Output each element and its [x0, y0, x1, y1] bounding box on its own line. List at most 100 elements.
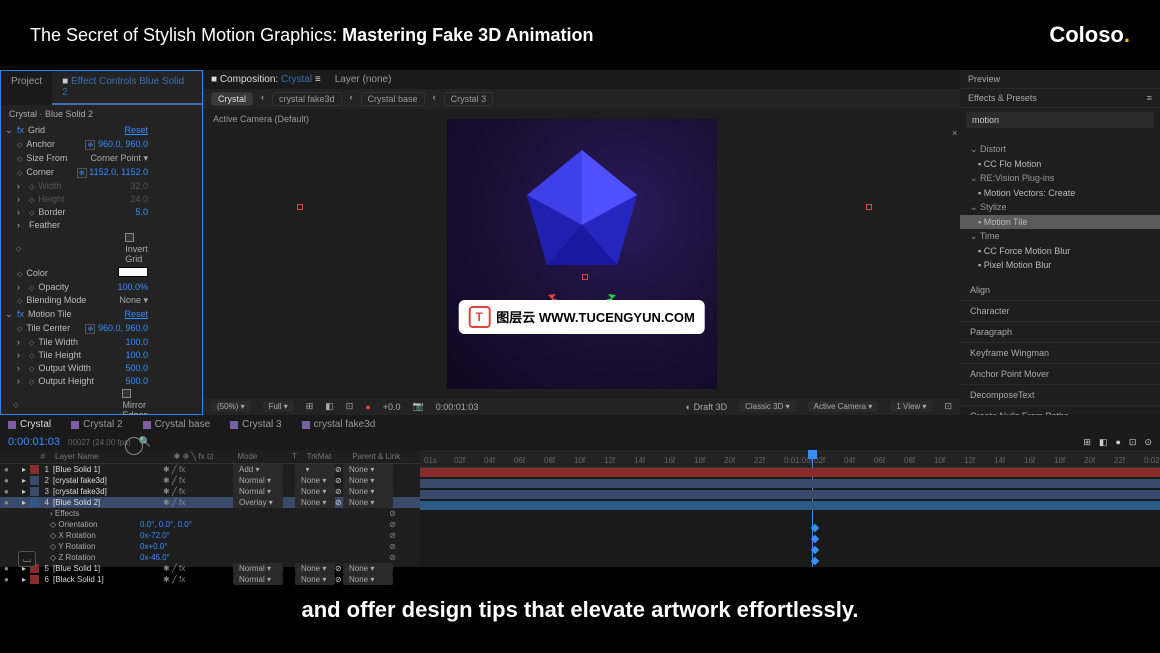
phase-dial[interactable] [125, 437, 143, 455]
handle-icon[interactable] [297, 204, 303, 210]
visibility-icon[interactable]: ● [4, 476, 14, 485]
prop-tile-height[interactable]: Tile Height [38, 350, 81, 360]
tab-composition[interactable]: ■ Composition: Crystal ≡ [211, 74, 321, 85]
parent-dropdown[interactable]: None ▾ [343, 563, 393, 574]
label-color[interactable] [30, 476, 39, 485]
camera-dropdown[interactable]: Active Camera ▾ [808, 401, 879, 412]
stopwatch-icon[interactable] [29, 181, 34, 191]
grid-icon[interactable]: ⊞ [306, 401, 314, 412]
prop-color[interactable]: Color [26, 268, 48, 278]
side-panel-item[interactable]: Paragraph [960, 322, 1160, 343]
tl-tool-icon[interactable]: ⊙ [1144, 437, 1152, 448]
layer-row[interactable]: ●▸5[Blue Solid 1]✱ ╱ fxNormal ▾None ▾⊘No… [0, 563, 420, 574]
keyframe-icon[interactable] [811, 524, 819, 532]
bc-fake3d[interactable]: crystal fake3d [272, 92, 342, 106]
parent-dropdown[interactable]: None ▾ [343, 475, 393, 486]
layer-row[interactable]: ●▸4[Blue Solid 2]✱ ╱ fxOverlay ▾None ▾⊘N… [0, 497, 420, 508]
panel-preview[interactable]: Preview [960, 70, 1160, 89]
prop-corner[interactable]: Corner [26, 167, 54, 177]
handle-icon[interactable] [866, 204, 872, 210]
stopwatch-icon[interactable] [17, 295, 22, 305]
effect-group[interactable]: ⌄ RE:Vision Plug-ins [960, 171, 1160, 186]
trkmat-dropdown[interactable]: None ▾ [295, 497, 335, 508]
clear-icon[interactable]: × [952, 128, 957, 138]
stopwatch-icon[interactable] [17, 167, 22, 177]
resolution-dropdown[interactable]: Full ▾ [263, 401, 294, 412]
visibility-icon[interactable]: ● [4, 487, 14, 496]
track-row[interactable] [420, 490, 1160, 501]
parent-dropdown[interactable]: None ▾ [343, 574, 393, 585]
stopwatch-icon[interactable] [17, 268, 22, 278]
stopwatch-icon[interactable] [29, 350, 34, 360]
stopwatch-icon[interactable] [17, 153, 22, 163]
layer-property[interactable]: ◇ X Rotation0x-72.0°⊘ [0, 530, 420, 541]
parent-dropdown[interactable]: None ▾ [343, 497, 393, 508]
effect-item[interactable]: ▪ Motion Vectors: Create [960, 186, 1160, 200]
label-color[interactable] [30, 465, 39, 474]
stopwatch-icon[interactable] [29, 194, 34, 204]
keyframe-icon[interactable] [811, 546, 819, 554]
layer-property[interactable]: ◇ Y Rotation0x+0.0°⊘ [0, 541, 420, 552]
prop-sizefrom[interactable]: Size From [26, 153, 67, 163]
tl-tool-icon[interactable]: ⊡ [1129, 437, 1137, 448]
visibility-icon[interactable]: ● [4, 564, 14, 573]
mode-dropdown[interactable]: Add ▾ [233, 464, 283, 475]
composition-viewport[interactable]: Active Camera (Default) [203, 109, 960, 398]
bc-crystal3[interactable]: Crystal 3 [444, 92, 494, 106]
tab-layer[interactable]: Layer (none) [335, 74, 392, 85]
effect-item[interactable]: ▪ Motion Tile [960, 215, 1160, 229]
side-panel-item[interactable]: Character [960, 301, 1160, 322]
zoom-dropdown[interactable]: (50%) ▾ [211, 401, 251, 412]
prop-output-width[interactable]: Output Width [38, 363, 91, 373]
stopwatch-icon[interactable] [29, 207, 34, 217]
mode-dropdown[interactable]: Overlay ▾ [233, 497, 283, 508]
layer-property[interactable]: ◇ Orientation0.0°, 0.0°, 0.0°⊘ [0, 519, 420, 530]
snapshot-icon[interactable]: 📷 [413, 401, 424, 412]
mode-dropdown[interactable]: Normal ▾ [233, 563, 283, 574]
effect-group[interactable]: ⌄ Distort [960, 142, 1160, 157]
effect-item[interactable]: ▪ Pixel Motion Blur [960, 258, 1160, 272]
trkmat-dropdown[interactable]: ▾ [295, 464, 335, 475]
views-dropdown[interactable]: 1 View ▾ [890, 401, 932, 412]
tl-tool-icon[interactable]: ● [1115, 437, 1120, 447]
layer-property[interactable]: › Effects⊘ [0, 508, 420, 519]
timeline-tab[interactable]: Crystal 3 [230, 419, 281, 430]
parent-dropdown[interactable]: None ▾ [343, 464, 393, 475]
trkmat-dropdown[interactable]: None ▾ [295, 563, 335, 574]
stopwatch-icon[interactable] [16, 243, 21, 253]
timeline-tab[interactable]: Crystal [8, 419, 51, 430]
track-row[interactable] [420, 501, 1160, 512]
mask-icon[interactable]: ◧ [325, 401, 334, 412]
tab-effect-controls[interactable]: ■ Effect Controls Blue Solid 2 [52, 71, 202, 105]
subtitle-icon[interactable]: ⌴ [18, 551, 36, 567]
prop-tile-center[interactable]: Tile Center [26, 323, 70, 333]
track-row[interactable] [420, 545, 1160, 556]
exposure-value[interactable]: +0.0 [383, 402, 401, 412]
effect-item[interactable]: ▪ CC Force Motion Blur [960, 244, 1160, 258]
prop-blending[interactable]: Blending Mode [26, 295, 86, 305]
prop-output-height[interactable]: Output Height [38, 376, 94, 386]
side-panel-item[interactable]: Align [960, 280, 1160, 301]
mode-dropdown[interactable]: Normal ▾ [233, 574, 283, 585]
mode-dropdown[interactable]: Normal ▾ [233, 475, 283, 486]
stopwatch-icon[interactable] [29, 282, 34, 292]
tab-project[interactable]: Project [1, 71, 52, 105]
bc-base[interactable]: Crystal base [361, 92, 425, 106]
track-row[interactable] [420, 556, 1160, 567]
timeline-tab[interactable]: Crystal 2 [71, 419, 122, 430]
effects-search-input[interactable] [966, 112, 1154, 128]
layer-row[interactable]: ●▸3[crystal fake3d]✱ ╱ fxNormal ▾None ▾⊘… [0, 486, 420, 497]
parent-dropdown[interactable]: None ▾ [343, 486, 393, 497]
channel-icon[interactable]: ● [365, 402, 370, 412]
prop-border[interactable]: Border [38, 207, 65, 217]
handle-icon[interactable] [582, 274, 588, 280]
track-row[interactable] [420, 523, 1160, 534]
prop-opacity[interactable]: Opacity [38, 282, 69, 292]
stopwatch-icon[interactable] [29, 376, 34, 386]
label-color[interactable] [30, 487, 39, 496]
layer-row[interactable]: ●▸6[Black Solid 1]✱ ╱ fxNormal ▾None ▾⊘N… [0, 574, 420, 585]
visibility-icon[interactable]: ● [4, 498, 14, 507]
visibility-icon[interactable]: ● [4, 465, 14, 474]
viewport-options-icon[interactable]: ⊡ [944, 401, 952, 412]
effect-grid[interactable]: Grid [28, 125, 45, 135]
